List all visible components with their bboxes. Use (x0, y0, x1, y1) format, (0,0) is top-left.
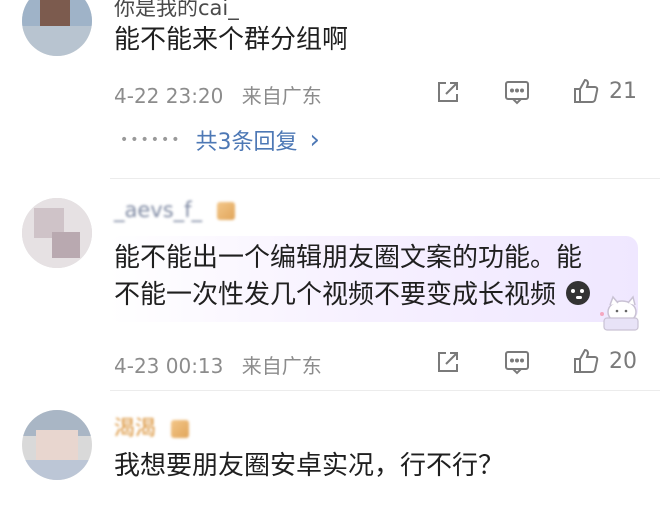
divider (110, 178, 660, 179)
replies-dots: •••••• (120, 132, 182, 148)
username[interactable]: 渴渴 (114, 412, 189, 442)
username[interactable]: _aevs_f_ (114, 198, 235, 222)
share-button[interactable] (434, 348, 462, 376)
comment-text-line2: 不能一次性发几个视频不要变成长视频 (114, 275, 591, 315)
comment-text: 我想要朋友圈安卓实况，行不行？ (114, 451, 505, 481)
like-button[interactable]: 20 (571, 346, 637, 376)
username[interactable]: 你是我的cai_ (114, 0, 239, 22)
crying-emoji-icon (566, 280, 591, 305)
comment-date: 4-23 00:13 (114, 354, 224, 378)
comment-meta: 4-23 00:13 来自广东 (114, 350, 334, 379)
avatar[interactable] (22, 198, 92, 268)
comment-location: 来自广东 (241, 84, 322, 108)
thumbs-up-icon (574, 348, 599, 373)
share-button[interactable] (434, 78, 462, 106)
share-icon (438, 82, 458, 102)
avatar[interactable] (22, 410, 92, 480)
user-badge-icon (170, 420, 189, 438)
comment-button[interactable] (503, 348, 531, 376)
divider (110, 390, 660, 391)
comment-icon (505, 81, 529, 105)
comment-text-line1: 能不能出一个编辑朋友圈文案的功能。能 (114, 243, 583, 273)
avatar[interactable] (22, 0, 92, 56)
user-badge-icon (216, 202, 235, 220)
chevron-right-icon: › (309, 125, 320, 155)
like-count: 20 (609, 348, 637, 374)
comment-text: 能不能来个群分组啊 (114, 25, 349, 55)
share-icon (438, 352, 458, 372)
thumbs-up-icon (574, 78, 599, 103)
comment-icon (505, 351, 529, 375)
comment-location: 来自广东 (241, 354, 322, 378)
comment-date: 4-22 23:20 (114, 84, 224, 108)
like-count: 21 (609, 78, 637, 104)
comment-meta: 4-22 23:20 来自广东 (114, 80, 334, 109)
like-button[interactable]: 21 (571, 76, 637, 106)
cat-sticker-icon (600, 295, 639, 331)
view-replies-link[interactable]: •••••• 共3条回复 › (120, 124, 320, 156)
comment-button[interactable] (503, 78, 531, 106)
replies-label: 共3条回复 (195, 130, 298, 155)
